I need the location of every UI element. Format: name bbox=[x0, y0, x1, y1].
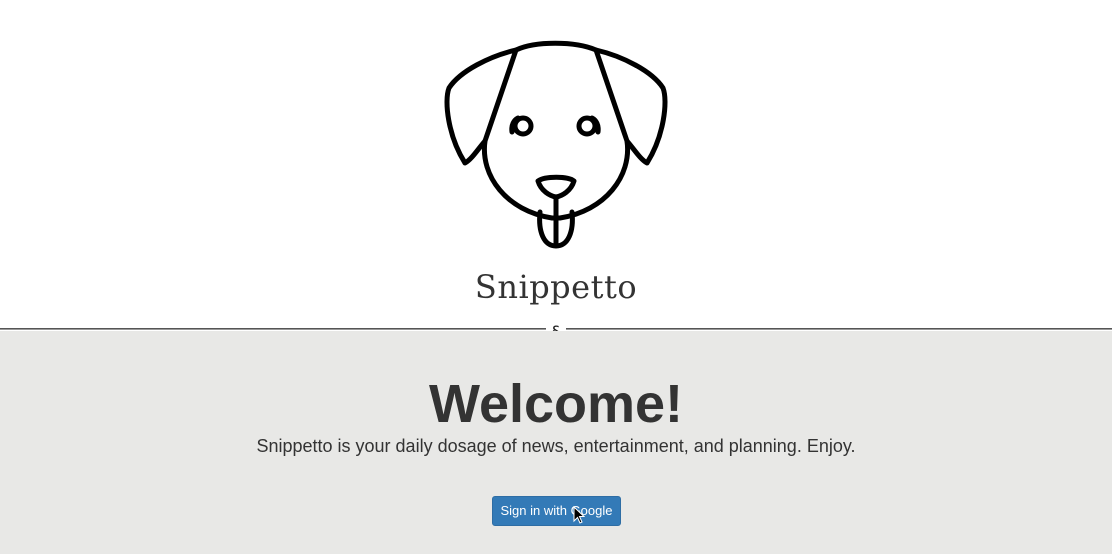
welcome-title: Welcome! bbox=[428, 374, 684, 434]
header: Snippetto bbox=[0, 0, 1112, 330]
welcome-section: Welcome! Snippetto is your daily dosage … bbox=[0, 331, 1112, 554]
app-title: Snippetto bbox=[474, 268, 638, 306]
google-signin-button[interactable]: Sign in with Google bbox=[492, 496, 621, 526]
mouse-cursor-icon bbox=[573, 506, 585, 524]
tagline: Snippetto is your daily dosage of news, … bbox=[256, 436, 856, 456]
dog-face-icon bbox=[444, 40, 668, 249]
page: Snippetto § Welcome! Snippetto is your d… bbox=[0, 0, 1112, 554]
